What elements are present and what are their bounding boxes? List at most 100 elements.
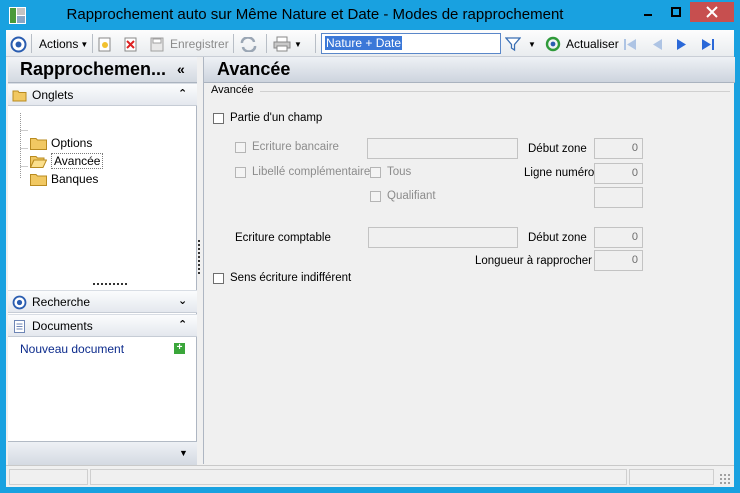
chevron-down-icon[interactable]: ⌄ [178,294,187,307]
ligne-numero-label: Ligne numéro [524,167,595,179]
documents-section-label: Documents [32,319,93,333]
partie-champ-label: Partie d'un champ [230,112,323,124]
tree-item-banques[interactable]: Banques [30,170,98,188]
checkbox-box[interactable] [370,190,381,202]
qualifiant-field[interactable] [594,187,643,208]
group-divider [260,91,730,92]
actions-menu[interactable]: Actions ▼ [39,34,88,54]
status-cell [629,469,714,485]
group-title: Avancée [211,84,254,96]
actions-label: Actions [39,37,79,51]
toolbar: Actions ▼ Enregistrer ▼ Nature + Date ▼ … [6,30,734,57]
qualifiant-label: Qualifiant [387,190,436,202]
sens-indifferent-label: Sens écriture indifférent [230,272,352,284]
next-record-button[interactable] [675,34,689,54]
first-icon [624,38,636,50]
first-record-button[interactable] [622,34,638,54]
tabs-section-label: Onglets [32,88,74,102]
refresh-button[interactable]: Actualiser [545,34,619,54]
ligne-numero-field[interactable]: 0 [594,163,643,184]
tabs-section-header[interactable]: Onglets ⌃ [8,83,197,106]
add-icon[interactable]: + [174,343,185,354]
folder-icon [30,173,47,186]
checkbox-box[interactable] [235,166,246,178]
checkbox-box[interactable] [235,141,246,153]
partie-champ-checkbox[interactable]: Partie d'un champ [213,112,322,124]
last-record-button[interactable] [700,34,716,54]
document-icon [14,320,25,333]
last-icon [702,38,714,50]
ecriture-bancaire-checkbox[interactable]: Ecriture bancaire [235,141,339,153]
printer-icon [273,36,291,52]
tree-item-label: Avancée [51,153,104,169]
save-button[interactable]: Enregistrer [150,34,229,54]
save-icon [150,37,164,51]
search-section-label: Recherche [32,295,91,309]
ecriture-comptable-field[interactable] [368,227,518,248]
folder-icon [12,90,27,102]
chevron-down-icon: ▼ [528,39,536,49]
longueur-label: Longueur à rapprocher [475,255,592,267]
folder-icon [30,137,47,150]
search-section-header[interactable]: Recherche ⌄ [8,290,197,313]
debut-zone-2-field[interactable]: 0 [594,227,643,248]
refresh-label: Actualiser [566,37,619,51]
maximize-icon [671,7,681,17]
filter-button[interactable]: ▼ [505,34,536,54]
close-button[interactable] [690,2,734,22]
libelle-complementaire-checkbox[interactable]: Libellé complémentaire [235,166,370,178]
client-area: Actions ▼ Enregistrer ▼ Nature + Date ▼ … [6,30,735,487]
tree-item-label: Options [51,136,93,150]
debut-zone-field[interactable]: 0 [594,138,643,159]
debut-zone-label: Début zone [528,143,587,155]
libelle-complementaire-label: Libellé complémentaire [252,166,371,178]
sens-indifferent-checkbox[interactable]: Sens écriture indifférent [213,272,351,284]
next-icon [677,38,686,50]
minimize-icon [644,14,652,16]
new-document-link[interactable]: Nouveau document [20,342,124,356]
sync-button[interactable] [240,34,257,54]
status-bar [6,465,734,487]
content-panel: Avancée Avancée Partie d'un champ Ecritu… [203,57,735,464]
ecriture-bancaire-label: Ecriture bancaire [252,141,339,153]
debut-zone-2-label: Début zone [528,232,587,244]
status-cell [9,469,88,485]
new-record-button[interactable] [98,34,112,54]
title-bar[interactable]: Rapprochement auto sur Même Nature et Da… [0,0,740,30]
previous-record-button[interactable] [650,34,664,54]
resize-grip-icon[interactable] [719,473,730,484]
chevron-up-icon[interactable]: ⌃ [178,87,187,100]
status-cell [90,469,627,485]
open-folder-icon [30,155,47,168]
qualifiant-checkbox[interactable]: Qualifiant [370,190,436,202]
ecriture-bancaire-field[interactable] [367,138,518,159]
filter-value: Nature + Date [325,36,403,50]
horizontal-splitter-grip[interactable] [93,283,127,285]
checkbox-box[interactable] [213,112,224,124]
navigation-panel: Rapprochemen... « Onglets ⌃ Options Avan… [8,57,197,465]
longueur-field[interactable]: 0 [594,250,643,271]
documents-section-header[interactable]: Documents ⌃ [8,314,197,337]
save-label: Enregistrer [170,37,229,51]
tous-checkbox[interactable]: Tous [370,166,411,178]
chevron-down-icon[interactable]: ▼ [179,448,188,458]
checkbox-box[interactable] [213,272,224,284]
checkbox-box[interactable] [370,166,381,178]
chevron-down-icon: ▼ [294,39,302,49]
tree-item-avancee[interactable]: Avancée [30,152,104,170]
navigation-footer[interactable]: ▼ [8,441,197,465]
application-window: Rapprochement auto sur Même Nature et Da… [0,0,740,493]
tree-item-label: Banques [51,172,99,186]
vertical-splitter-grip[interactable] [198,240,200,274]
refresh-icon [545,36,561,52]
minimize-button[interactable] [634,2,662,22]
navigation-target-icon[interactable] [10,34,27,54]
tree-item-options[interactable]: Options [30,134,92,152]
print-menu[interactable]: ▼ [273,34,302,54]
delete-button[interactable] [124,34,138,54]
filter-input[interactable]: Nature + Date [321,33,501,54]
chevron-up-icon[interactable]: ⌃ [178,318,187,331]
new-icon [98,37,111,51]
collapse-panel-icon[interactable]: « [177,61,185,77]
maximize-button[interactable] [662,2,690,22]
